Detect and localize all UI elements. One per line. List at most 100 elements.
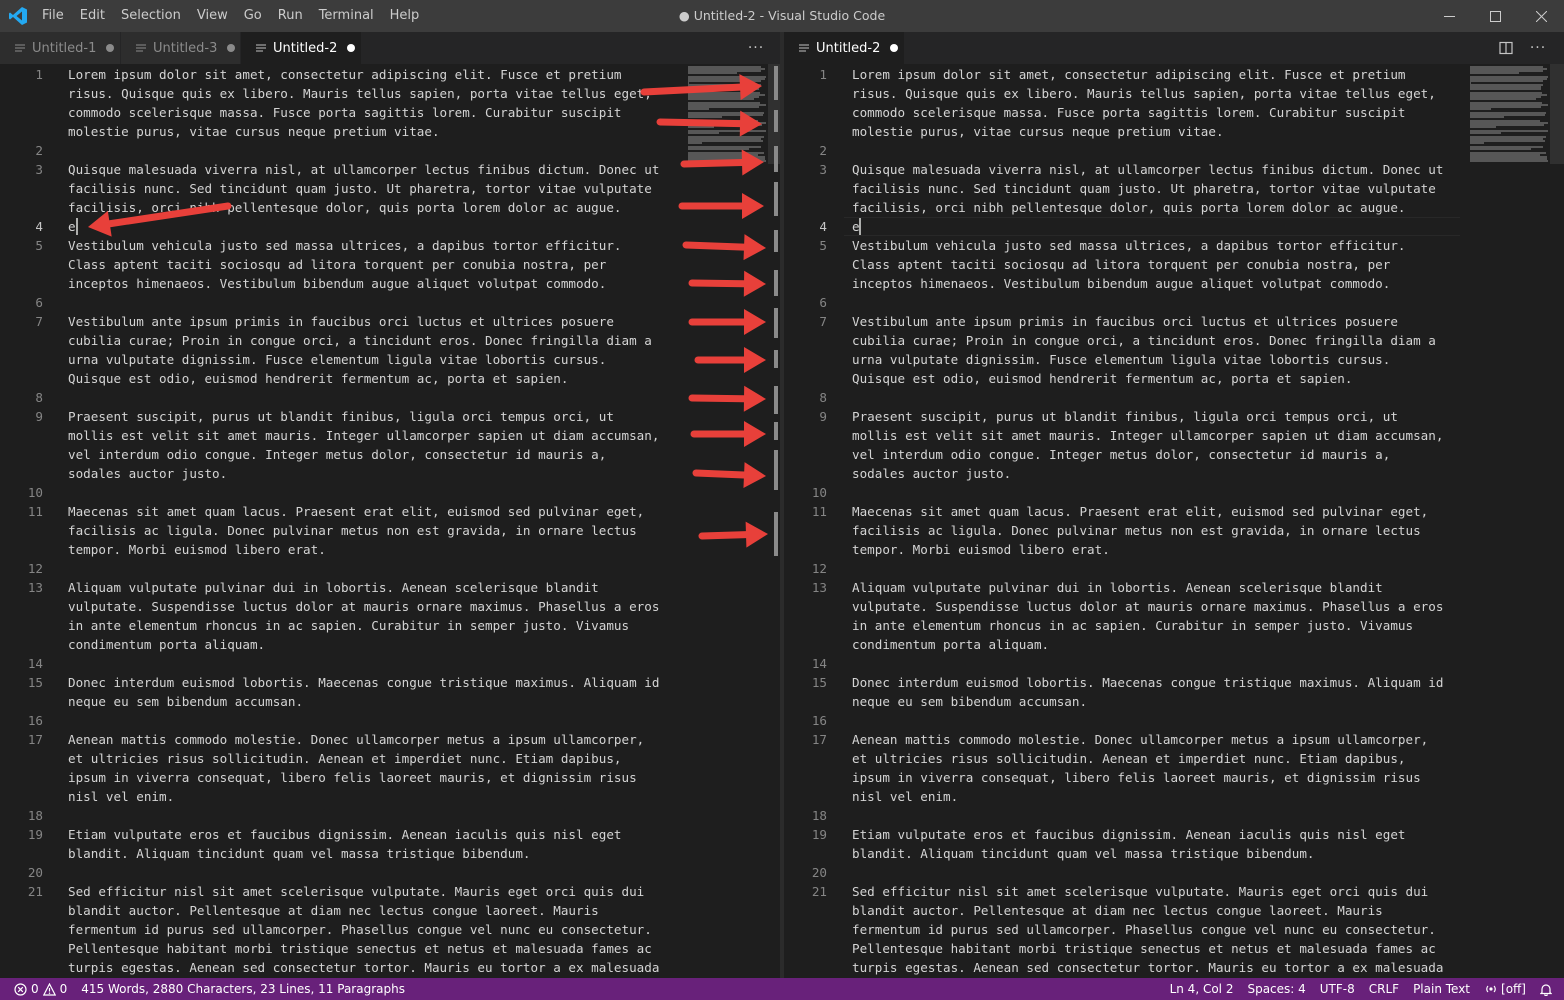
menu-terminal[interactable]: Terminal xyxy=(311,0,382,32)
editor-left[interactable]: 1 Lorem ipsum dolor sit amet, consectetur… xyxy=(0,64,780,978)
code-line[interactable]: urna vulputate dignissim. Fusce elementu… xyxy=(784,350,1564,369)
code-line[interactable]: 5 Vestibulum vehicula justo sed massa ult… xyxy=(784,236,1564,255)
code-line[interactable]: molestie purus, vitae cursus neque preti… xyxy=(784,122,1564,141)
code-line[interactable]: facilisis, orci nibh pellentesque dolor,… xyxy=(0,198,780,217)
more-actions-button[interactable]: ··· xyxy=(742,32,770,64)
code-line[interactable]: 1 Lorem ipsum dolor sit amet, consectetur… xyxy=(784,65,1564,84)
code-line[interactable]: inceptos himenaeos. Vestibulum bibendum … xyxy=(784,274,1564,293)
menu-run[interactable]: Run xyxy=(270,0,311,32)
code-line[interactable]: 14 xyxy=(784,654,1564,673)
code-line[interactable]: fermentum id purus sed ullamcorper. Phas… xyxy=(0,920,780,939)
code-line[interactable]: 21 Sed efficitur nisl sit amet scelerisqu… xyxy=(0,882,780,901)
code-line[interactable]: fermentum id purus sed ullamcorper. Phas… xyxy=(784,920,1564,939)
code-line[interactable]: 9 Praesent suscipit, purus ut blandit fin… xyxy=(0,407,780,426)
problems-indicator[interactable]: 0 0 xyxy=(0,978,74,1000)
end-of-line[interactable]: CRLF xyxy=(1362,978,1406,1000)
code-line[interactable]: sodales auctor justo. xyxy=(784,464,1564,483)
code-line[interactable]: in ante elementum rhoncus in ac sapien. … xyxy=(0,616,780,635)
code-line[interactable]: molestie purus, vitae cursus neque preti… xyxy=(0,122,780,141)
code-line[interactable]: 18 xyxy=(0,806,780,825)
code-line[interactable]: turpis egestas. Aenean sed consectetur t… xyxy=(0,958,780,977)
code-line[interactable]: commodo scelerisque massa. Fusce porta s… xyxy=(0,103,780,122)
code-line[interactable]: 12 xyxy=(0,559,780,578)
unsaved-dot-icon[interactable] xyxy=(890,44,899,52)
menu-help[interactable]: Help xyxy=(382,0,428,32)
code-line[interactable]: mollis est velit sit amet mauris. Intege… xyxy=(0,426,780,445)
notifications-button[interactable] xyxy=(1533,978,1564,1000)
code-line[interactable]: in ante elementum rhoncus in ac sapien. … xyxy=(784,616,1564,635)
code-line[interactable]: 10 xyxy=(784,483,1564,502)
minimap[interactable] xyxy=(688,64,770,164)
code-line[interactable]: ipsum in viverra consequat, libero felis… xyxy=(784,768,1564,787)
code-line[interactable]: 7 Vestibulum ante ipsum primis in faucibu… xyxy=(784,312,1564,331)
vertical-scrollbar[interactable] xyxy=(1550,64,1564,978)
vertical-scrollbar[interactable] xyxy=(768,64,780,978)
code-line[interactable]: turpis egestas. Aenean sed consectetur t… xyxy=(784,958,1564,977)
code-line[interactable]: facilisis nunc. Sed tincidunt quam justo… xyxy=(0,179,780,198)
code-line[interactable]: blandit auctor. Pellentesque at diam nec… xyxy=(0,901,780,920)
tab-untitled-2[interactable]: Untitled-2 xyxy=(241,32,361,64)
code-line[interactable]: 10 xyxy=(0,483,780,502)
maximize-button[interactable] xyxy=(1472,0,1518,32)
code-line[interactable]: facilisis nunc. Sed tincidunt quam justo… xyxy=(784,179,1564,198)
minimize-button[interactable] xyxy=(1426,0,1472,32)
close-button[interactable] xyxy=(1518,0,1564,32)
code-line[interactable]: blandit auctor. Pellentesque at diam nec… xyxy=(784,901,1564,920)
word-count[interactable]: 415 Words, 2880 Characters, 23 Lines, 11… xyxy=(74,978,412,1000)
code-line[interactable]: Class aptent taciti sociosqu ad litora t… xyxy=(0,255,780,274)
code-line[interactable]: blandit. Aliquam tincidunt quam vel mass… xyxy=(0,844,780,863)
code-line[interactable]: 11 Maecenas sit amet quam lacus. Praesent… xyxy=(784,502,1564,521)
code-line[interactable]: 16 xyxy=(0,711,780,730)
code-line[interactable]: risus. Quisque quis ex libero. Mauris te… xyxy=(0,84,780,103)
language-mode[interactable]: Plain Text xyxy=(1406,978,1477,1000)
code-line[interactable]: 2 xyxy=(784,141,1564,160)
code-line[interactable]: 17 Aenean mattis commodo molestie. Donec … xyxy=(0,730,780,749)
tab-untitled-2[interactable]: Untitled-2 xyxy=(784,32,904,64)
split-editor-button[interactable] xyxy=(1492,32,1520,64)
code-line[interactable]: Pellentesque habitant morbi tristique se… xyxy=(0,939,780,958)
cursor-position[interactable]: Ln 4, Col 2 xyxy=(1163,978,1241,1000)
code-line[interactable]: 15 Donec interdum euismod lobortis. Maece… xyxy=(784,673,1564,692)
code-line[interactable]: Pellentesque habitant morbi tristique se… xyxy=(784,939,1564,958)
code-line[interactable]: commodo scelerisque massa. Fusce porta s… xyxy=(784,103,1564,122)
code-line[interactable]: blandit. Aliquam tincidunt quam vel mass… xyxy=(784,844,1564,863)
code-line[interactable]: 6 xyxy=(0,293,780,312)
editor-right[interactable]: 1 Lorem ipsum dolor sit amet, consectetur… xyxy=(784,64,1564,978)
code-line[interactable]: vulputate. Suspendisse luctus dolor at m… xyxy=(0,597,780,616)
live-share-status[interactable]: [off] xyxy=(1477,978,1533,1000)
code-line[interactable]: 4e xyxy=(784,217,1564,236)
code-line[interactable]: 19 Etiam vulputate eros et faucibus digni… xyxy=(784,825,1564,844)
code-line[interactable]: facilisis ac ligula. Donec pulvinar metu… xyxy=(0,521,780,540)
menu-view[interactable]: View xyxy=(189,0,236,32)
code-line[interactable]: neque eu sem bibendum accumsan. xyxy=(784,692,1564,711)
code-line[interactable]: urna vulputate dignissim. Fusce elementu… xyxy=(0,350,780,369)
code-line[interactable]: facilisis ac ligula. Donec pulvinar metu… xyxy=(784,521,1564,540)
code-line[interactable]: inceptos himenaeos. Vestibulum bibendum … xyxy=(0,274,780,293)
code-line[interactable]: 13 Aliquam vulputate pulvinar dui in lobo… xyxy=(0,578,780,597)
code-line[interactable]: 13 Aliquam vulputate pulvinar dui in lobo… xyxy=(784,578,1564,597)
code-line[interactable]: nisl vel enim. xyxy=(784,787,1564,806)
code-line[interactable]: et ultricies risus sollicitudin. Aenean … xyxy=(0,749,780,768)
code-line[interactable]: 3 Quisque malesuada viverra nisl, at ulla… xyxy=(784,160,1564,179)
code-line[interactable]: ipsum in viverra consequat, libero felis… xyxy=(0,768,780,787)
code-line[interactable]: 12 xyxy=(784,559,1564,578)
code-line[interactable]: Quisque est odio, euismod hendrerit ferm… xyxy=(0,369,780,388)
minimap[interactable] xyxy=(1470,64,1552,164)
code-line[interactable]: tempor. Morbi euismod libero erat. xyxy=(0,540,780,559)
code-line[interactable]: 16 xyxy=(784,711,1564,730)
code-line[interactable]: vel interdum odio congue. Integer metus … xyxy=(0,445,780,464)
code-line[interactable]: condimentum porta aliquam. xyxy=(784,635,1564,654)
code-line[interactable]: 9 Praesent suscipit, purus ut blandit fin… xyxy=(784,407,1564,426)
code-line[interactable]: sodales auctor justo. xyxy=(0,464,780,483)
code-line[interactable]: 3 Quisque malesuada viverra nisl, at ulla… xyxy=(0,160,780,179)
code-line[interactable]: 5 Vestibulum vehicula justo sed massa ult… xyxy=(0,236,780,255)
code-line[interactable]: vel interdum odio congue. Integer metus … xyxy=(784,445,1564,464)
code-line[interactable]: 18 xyxy=(784,806,1564,825)
code-line[interactable]: condimentum porta aliquam. xyxy=(0,635,780,654)
code-line[interactable]: tempor. Morbi euismod libero erat. xyxy=(784,540,1564,559)
code-line[interactable]: 8 xyxy=(784,388,1564,407)
code-line[interactable]: 14 xyxy=(0,654,780,673)
code-line[interactable]: nisl vel enim. xyxy=(0,787,780,806)
menu-edit[interactable]: Edit xyxy=(72,0,113,32)
code-line[interactable]: 4e xyxy=(0,217,780,236)
